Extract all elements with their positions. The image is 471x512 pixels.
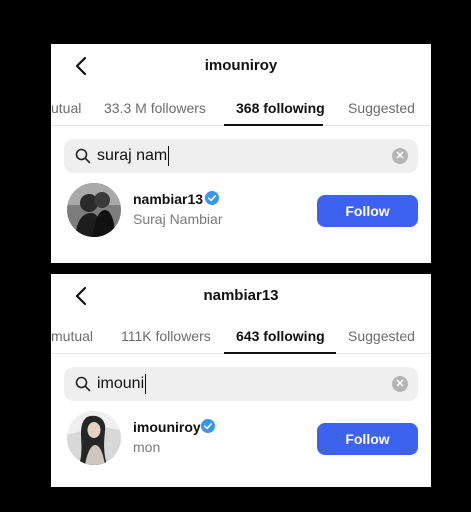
verified-badge-icon (205, 191, 219, 205)
tab-suggested[interactable]: Suggested (348, 324, 415, 350)
tab-following[interactable]: 368 following (236, 96, 325, 122)
search-input[interactable]: suraj nam ✕ (64, 139, 418, 173)
tab-mutual[interactable]: mutual (51, 324, 93, 350)
text-cursor (168, 146, 170, 166)
active-tab-indicator (224, 352, 336, 354)
text-cursor (145, 374, 147, 394)
follow-button[interactable]: Follow (317, 423, 418, 455)
search-result-row[interactable]: imouniroy mon Follow (51, 411, 431, 467)
tab-mutual[interactable]: utual (51, 96, 81, 122)
profile-username-title: imouniroy (204, 57, 278, 74)
result-full-name: mon (133, 439, 161, 455)
search-icon (75, 148, 91, 164)
follow-button[interactable]: Follow (317, 195, 418, 227)
avatar[interactable] (67, 411, 121, 465)
clear-icon[interactable]: ✕ (392, 376, 408, 392)
search-query-text: imouni (97, 375, 145, 392)
clear-icon[interactable]: ✕ (392, 148, 408, 164)
following-panel-imouniroy: imouniroy utual 33.3 M followers 368 fol… (51, 44, 431, 263)
result-username[interactable]: imouniroy (133, 419, 201, 435)
tab-followers[interactable]: 111K followers (121, 324, 211, 350)
avatar[interactable] (67, 183, 121, 237)
tab-bar: mutual 111K followers 643 following Sugg… (51, 324, 431, 358)
tab-bar: utual 33.3 M followers 368 following Sug… (51, 96, 431, 130)
search-input[interactable]: imouni ✕ (64, 367, 418, 401)
tab-following[interactable]: 643 following (236, 324, 325, 350)
profile-header: nambiar13 (51, 274, 431, 320)
profile-username-title: nambiar13 (203, 287, 279, 304)
search-result-row[interactable]: nambiar13 Suraj Nambiar Follow (51, 183, 431, 239)
following-panel-nambiar13: nambiar13 mutual 111K followers 643 foll… (51, 274, 431, 487)
result-full-name: Suraj Nambiar (133, 211, 223, 227)
tab-followers[interactable]: 33.3 M followers (104, 96, 206, 122)
profile-header: imouniroy (51, 44, 431, 90)
search-icon (75, 376, 91, 392)
tab-suggested[interactable]: Suggested (348, 96, 415, 122)
verified-badge-icon (201, 419, 215, 433)
search-query-text: suraj nam (97, 147, 168, 164)
active-tab-indicator (224, 124, 323, 126)
result-username[interactable]: nambiar13 (133, 191, 203, 207)
